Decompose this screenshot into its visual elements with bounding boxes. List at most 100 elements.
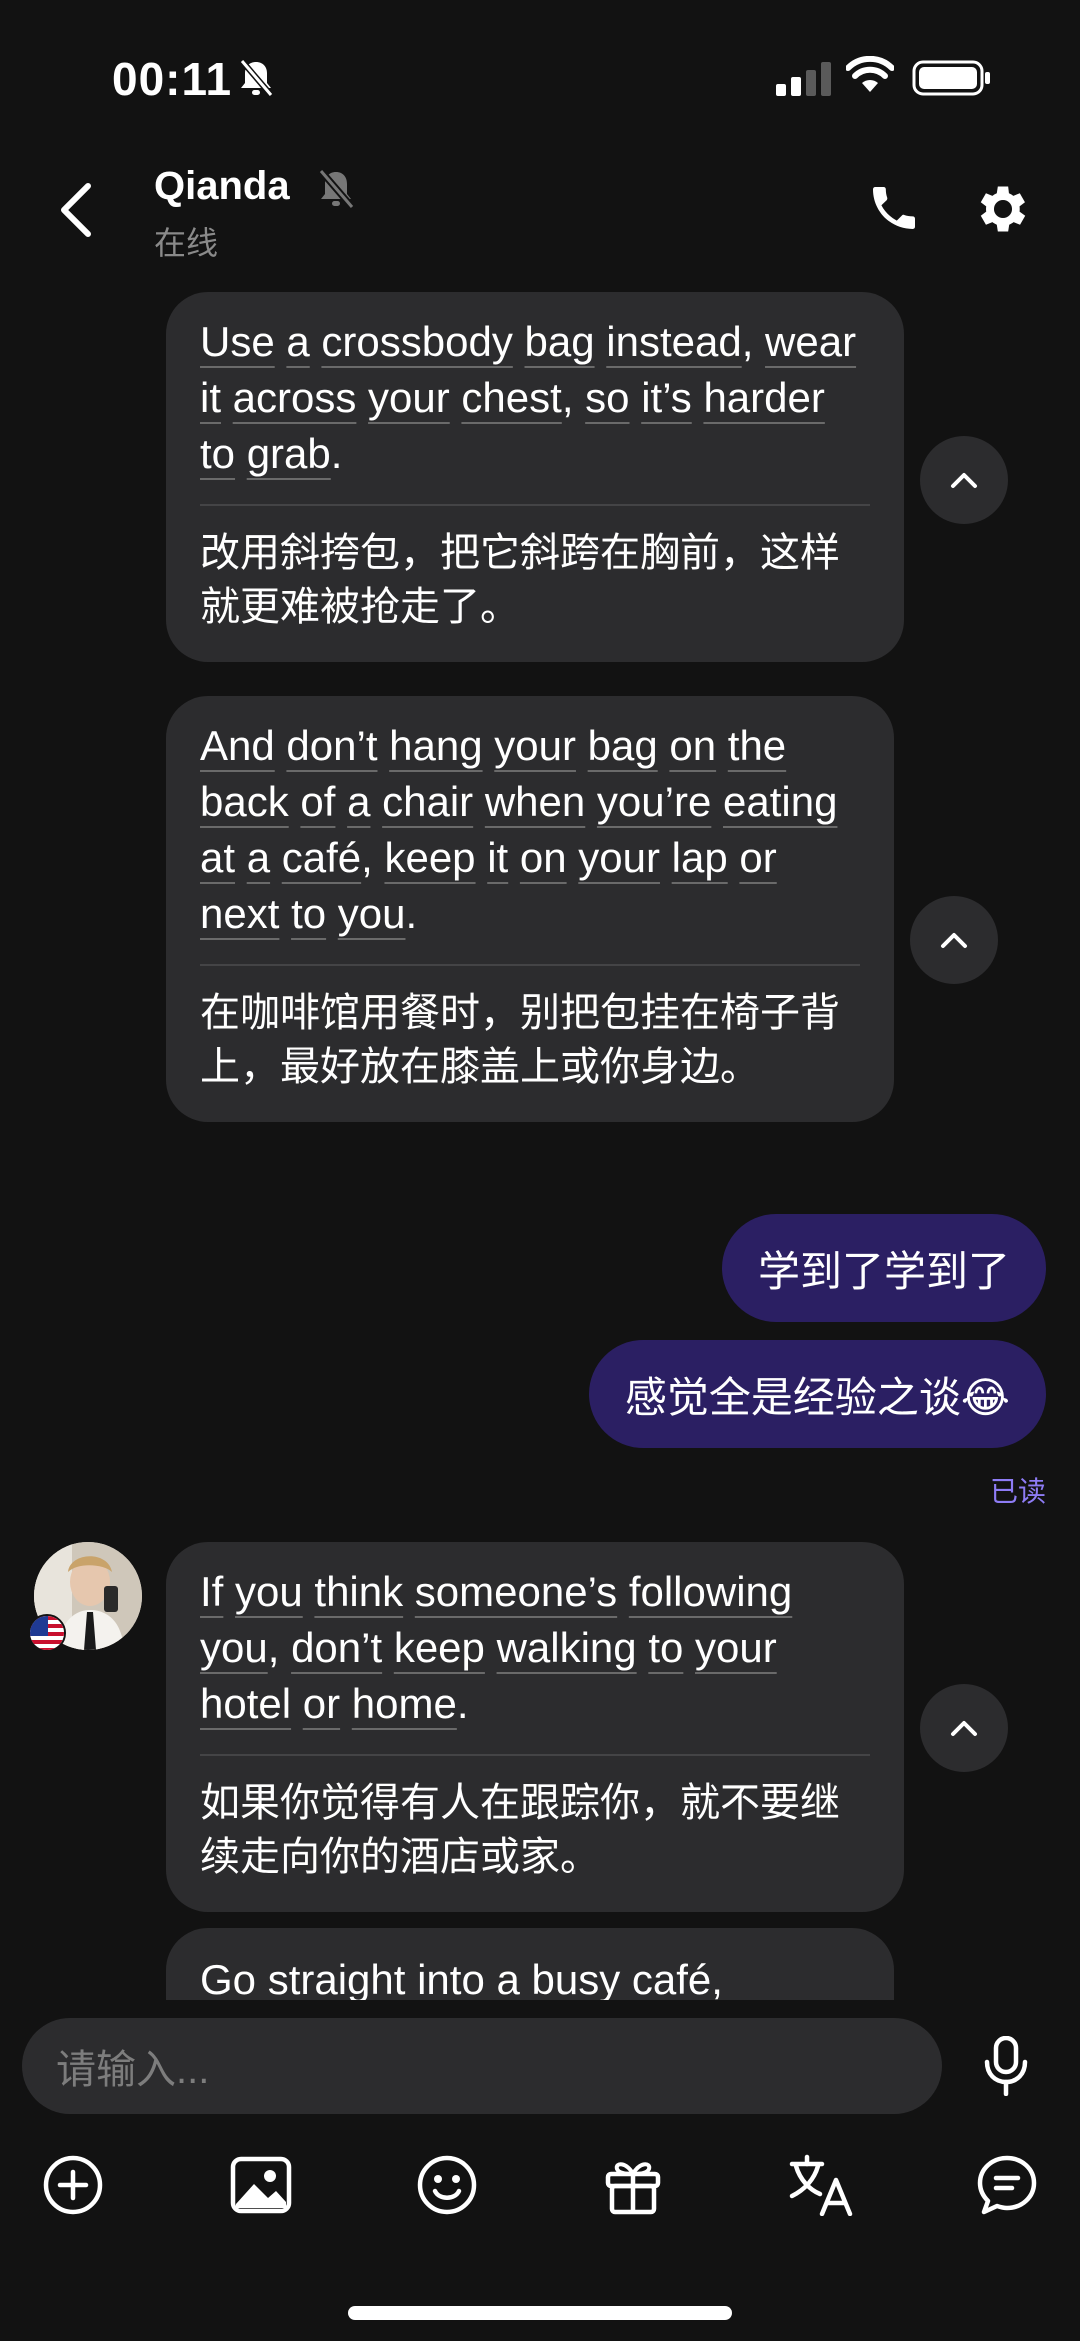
vocab-word[interactable]: keep <box>394 1624 485 1671</box>
collapse-translation-button[interactable] <box>910 896 998 984</box>
battery-icon <box>912 60 990 96</box>
vocab-word[interactable]: home <box>352 1680 457 1727</box>
vocab-word[interactable]: And <box>200 722 275 769</box>
chevron-up-icon <box>951 473 977 488</box>
vocab-word[interactable]: at <box>200 834 235 881</box>
message-translation: 改用斜挎包，把它斜跨在胸前，这样就更难被抢走了。 <box>200 531 840 629</box>
home-indicator[interactable] <box>348 2306 732 2320</box>
vocab-word[interactable]: so <box>585 374 629 421</box>
vocab-word[interactable]: to <box>648 1624 683 1671</box>
vocab-word[interactable]: harder <box>703 374 824 421</box>
vocab-word[interactable]: wear <box>765 318 856 365</box>
vocab-word[interactable]: you <box>200 1624 268 1671</box>
vocab-word[interactable]: hang <box>389 722 482 769</box>
vocab-word[interactable]: your <box>695 1624 777 1671</box>
muted-bell-icon <box>318 168 355 210</box>
translate-icon <box>789 2154 853 2216</box>
vocab-word[interactable]: hotel <box>200 1680 291 1727</box>
message-english-text: If you think someone’s following you, do… <box>200 1568 793 1727</box>
message-input-row: 请输入... <box>0 2000 1080 2130</box>
message-input[interactable]: 请输入... <box>22 2018 942 2114</box>
vocab-word[interactable]: when <box>485 778 585 825</box>
vocab-word[interactable]: or <box>739 834 776 881</box>
message-translation: 如果你觉得有人在跟踪你，就不要继续走向你的酒店或家。 <box>200 1781 840 1879</box>
outgoing-message[interactable]: 感觉全是经验之谈😂 <box>588 1340 1046 1448</box>
status-bar: 00:11 <box>0 0 1080 150</box>
vocab-word[interactable]: back <box>200 778 289 825</box>
bell-off-icon <box>239 59 274 97</box>
vocab-word[interactable]: you <box>338 890 406 937</box>
vocab-word[interactable]: chest <box>461 374 561 421</box>
vocab-word[interactable]: to <box>291 890 326 937</box>
image-button[interactable] <box>226 2150 296 2220</box>
vocab-word[interactable]: a <box>286 318 309 365</box>
chat-bubble-icon <box>977 2155 1037 2215</box>
message-list[interactable]: Use a crossbody bag instead, wear it acr… <box>0 280 1080 2000</box>
vocab-word[interactable]: a <box>247 834 270 881</box>
vocab-word[interactable]: on <box>520 834 567 881</box>
vocab-word[interactable]: following <box>629 1568 792 1615</box>
vocab-word[interactable]: Use <box>200 318 275 365</box>
vocab-word[interactable]: to <box>200 430 235 477</box>
vocab-word[interactable]: it <box>200 374 221 421</box>
vocab-word[interactable]: your <box>494 722 576 769</box>
incoming-message-partial[interactable]: Go straight into a busy café, <box>166 1928 894 2000</box>
chevron-up-icon <box>941 933 967 948</box>
back-arrow-icon[interactable] <box>56 180 96 240</box>
chat-button[interactable] <box>972 2150 1042 2220</box>
vocab-word[interactable]: don’t <box>291 1624 382 1671</box>
read-receipt: 已读 <box>989 1476 1046 1507</box>
vocab-word[interactable]: crossbody <box>321 318 512 365</box>
phone-icon[interactable] <box>866 180 922 236</box>
settings-gear-icon[interactable] <box>972 178 1034 240</box>
incoming-message[interactable]: And don’t hang your bag on the back of a… <box>166 696 894 1122</box>
vocab-word[interactable]: you <box>235 1568 303 1615</box>
vocab-word[interactable]: café <box>282 834 361 881</box>
vocab-word[interactable]: across <box>233 374 357 421</box>
vocab-word[interactable]: you’re <box>597 778 711 825</box>
vocab-word[interactable]: lap <box>672 834 728 881</box>
contact-name[interactable]: Qianda <box>154 164 290 209</box>
gift-icon <box>605 2162 661 2215</box>
translation-divider <box>200 1754 870 1756</box>
vocab-word[interactable]: a <box>347 778 370 825</box>
vocab-word[interactable]: the <box>728 722 786 769</box>
vocab-word[interactable]: your <box>578 834 660 881</box>
cellular-signal-icon <box>776 62 831 96</box>
message-english-text: And don’t hang your bag on the back of a… <box>200 722 838 937</box>
vocab-word[interactable]: it <box>487 834 508 881</box>
vocab-word[interactable]: keep <box>384 834 475 881</box>
vocab-word[interactable]: or <box>303 1680 340 1727</box>
translate-button[interactable] <box>786 2150 856 2220</box>
vocab-word[interactable]: your <box>368 374 450 421</box>
vocab-word[interactable]: it’s <box>641 374 692 421</box>
vocab-word[interactable]: instead <box>606 318 741 365</box>
vocab-word[interactable]: bag <box>588 722 658 769</box>
vocab-word[interactable]: If <box>200 1568 223 1615</box>
us-flag-icon <box>28 1614 66 1652</box>
status-time: 00:11 <box>112 53 233 105</box>
vocab-word[interactable]: eating <box>723 778 837 825</box>
vocab-word[interactable]: don’t <box>286 722 377 769</box>
microphone-icon[interactable] <box>980 2036 1032 2096</box>
translation-divider <box>200 504 870 506</box>
vocab-word[interactable]: think <box>314 1568 403 1615</box>
vocab-word[interactable]: bag <box>525 318 595 365</box>
collapse-translation-button[interactable] <box>920 436 1008 524</box>
vocab-word[interactable]: grab <box>247 430 331 477</box>
collapse-translation-button[interactable] <box>920 1684 1008 1772</box>
vocab-word[interactable]: someone’s <box>415 1568 617 1615</box>
message-translation: 在咖啡馆用餐时，别把包挂在椅子背上，最好放在膝盖上或你身边。 <box>200 991 840 1089</box>
gift-button[interactable] <box>598 2150 668 2220</box>
vocab-word[interactable]: next <box>200 890 279 937</box>
vocab-word[interactable]: walking <box>497 1624 637 1671</box>
vocab-word[interactable]: chair <box>382 778 473 825</box>
vocab-word[interactable]: on <box>669 722 716 769</box>
chat-header: Qianda 在线 <box>0 150 1080 280</box>
vocab-word[interactable]: of <box>300 778 335 825</box>
incoming-message[interactable]: Use a crossbody bag instead, wear it acr… <box>166 292 904 662</box>
incoming-message[interactable]: If you think someone’s following you, do… <box>166 1542 904 1912</box>
outgoing-message[interactable]: 学到了学到了 <box>721 1214 1046 1322</box>
emoji-button[interactable] <box>412 2150 482 2220</box>
plus-button[interactable] <box>38 2150 108 2220</box>
